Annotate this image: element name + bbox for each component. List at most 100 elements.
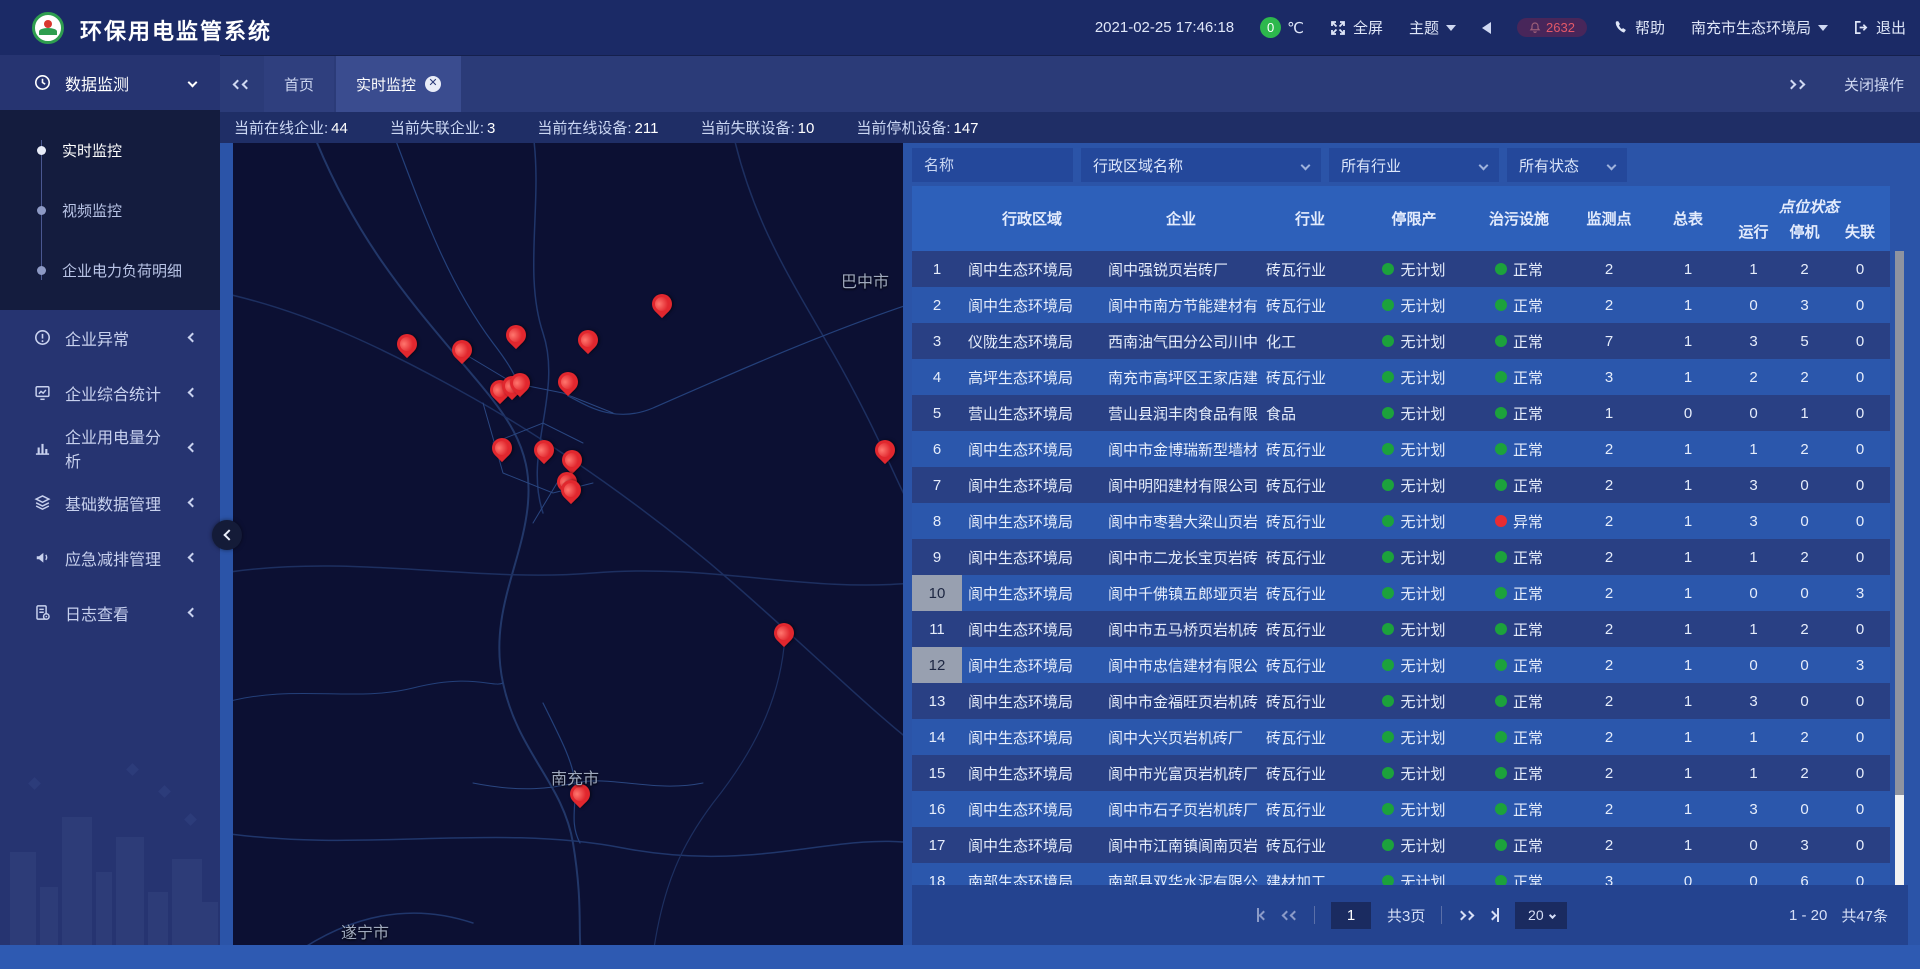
sidebar-group[interactable]: 基础数据管理 (0, 475, 220, 530)
table-row[interactable]: 5营山生态环境局营山县润丰肉食品有限食品无计划正常10010 (912, 395, 1890, 431)
table-row[interactable]: 2阆中生态环境局阆中市南方节能建材有砖瓦行业无计划正常21030 (912, 287, 1890, 323)
cell-facility: 正常 (1468, 287, 1570, 323)
cell-region: 仪陇生态环境局 (962, 323, 1102, 359)
table-row[interactable]: 12阆中生态环境局阆中市忠信建材有限公砖瓦行业无计划正常21003 (912, 647, 1890, 683)
sidebar-group[interactable]: 日志查看 (0, 585, 220, 640)
cell-company: 阆中市石子页岩机砖厂 (1102, 791, 1260, 827)
name-filter-input[interactable] (912, 148, 1073, 182)
row-index: 11 (912, 611, 962, 647)
map-panel[interactable]: 巴中市南充市遂宁市 (233, 143, 903, 955)
table-scrollbar[interactable] (1895, 251, 1904, 885)
double-chevron-right-icon[interactable] (1788, 81, 1804, 88)
sidebar-item[interactable]: 实时监控 (0, 120, 220, 180)
sidebar-group[interactable]: 应急减排管理 (0, 530, 220, 585)
column-production: 停限产 (1360, 186, 1468, 251)
sidebar-group[interactable]: 数据监测 (0, 55, 220, 110)
table-row[interactable]: 4高坪生态环境局南充市高坪区王家店建砖瓦行业无计划正常31220 (912, 359, 1890, 395)
help-label: 帮助 (1635, 17, 1665, 38)
table-row[interactable]: 15阆中生态环境局阆中市光富页岩机砖厂砖瓦行业无计划正常21120 (912, 755, 1890, 791)
cell-run: 3 (1728, 791, 1779, 827)
tab-realtime-monitor[interactable]: 实时监控 ✕ (336, 56, 461, 112)
top-header: 环保用电监管系统 2021-02-25 17:46:18 0 ℃ 全屏 主题 2… (0, 0, 1920, 55)
speaker-icon[interactable] (1482, 22, 1491, 34)
prev-page-button[interactable] (1283, 912, 1298, 919)
sidebar-group[interactable]: 企业用电量分析 (0, 420, 220, 475)
sidebar-group-label: 基础数据管理 (65, 491, 175, 515)
table-row[interactable]: 13阆中生态环境局阆中市金福旺页岩机砖砖瓦行业无计划正常21300 (912, 683, 1890, 719)
last-page-button[interactable] (1489, 908, 1499, 922)
fullscreen-button[interactable]: 全屏 (1330, 17, 1383, 38)
cell-meter: 1 (1648, 647, 1728, 683)
cell-points: 2 (1570, 827, 1648, 863)
cell-industry: 砖瓦行业 (1260, 719, 1360, 755)
close-operations-button[interactable]: 关闭操作 (1844, 74, 1904, 95)
cell-points: 2 (1570, 287, 1648, 323)
status-dot-green (1495, 371, 1507, 383)
table-row[interactable]: 17阆中生态环境局阆中市江南镇阆南页岩砖瓦行业无计划正常21030 (912, 827, 1890, 863)
production-status-label: 无计划 (1400, 439, 1445, 460)
cell-company: 阆中千佛镇五郎垭页岩 (1102, 575, 1260, 611)
range-label: 1 - 20 (1789, 907, 1827, 924)
tab-scroll-left-button[interactable] (220, 56, 264, 112)
table-row[interactable]: 11阆中生态环境局阆中市五马桥页岩机砖砖瓦行业无计划正常21120 (912, 611, 1890, 647)
cell-company: 阆中市光富页岩机砖厂 (1102, 755, 1260, 791)
scrollbar-thumb[interactable] (1895, 795, 1904, 885)
cell-industry: 砖瓦行业 (1260, 827, 1360, 863)
cell-facility: 异常 (1468, 503, 1570, 539)
industry-filter-select[interactable]: 所有行业 (1329, 148, 1499, 182)
table-row[interactable]: 6阆中生态环境局阆中市金博瑞新型墙材砖瓦行业无计划正常21120 (912, 431, 1890, 467)
sidebar-item-label: 视频监控 (62, 200, 122, 221)
page-title: 环保用电监管系统 (80, 14, 272, 46)
first-page-button[interactable] (1257, 908, 1267, 922)
table-row[interactable]: 18南部生态环境局南部县双华水泥有限公建材加工无计划正常30060 (912, 863, 1890, 885)
sidebar-group[interactable]: 企业综合统计 (0, 365, 220, 420)
table-row[interactable]: 14阆中生态环境局阆中大兴页岩机砖厂砖瓦行业无计划正常21120 (912, 719, 1890, 755)
production-status-label: 无计划 (1400, 691, 1445, 712)
chevron-left-icon (188, 608, 198, 618)
row-index: 10 (912, 575, 962, 611)
org-dropdown[interactable]: 南充市生态环境局 (1691, 17, 1828, 38)
tab-home[interactable]: 首页 (264, 56, 334, 112)
sidebar-group-label: 企业异常 (65, 326, 175, 350)
production-status-label: 无计划 (1400, 259, 1445, 280)
stat-item: 当前失联设备:10 (700, 117, 814, 138)
cell-region: 营山生态环境局 (962, 395, 1102, 431)
page-number-input[interactable] (1331, 902, 1371, 929)
tab-close-icon[interactable]: ✕ (425, 76, 441, 92)
table-row[interactable]: 8阆中生态环境局阆中市枣碧大梁山页岩砖瓦行业无计划异常21300 (912, 503, 1890, 539)
production-status-label: 无计划 (1400, 403, 1445, 424)
table-row[interactable]: 10阆中生态环境局阆中千佛镇五郎垭页岩砖瓦行业无计划正常21003 (912, 575, 1890, 611)
sidebar-item[interactable]: 视频监控 (0, 180, 220, 240)
status-dot-green (1382, 551, 1394, 563)
sidebar-group[interactable]: 企业异常 (0, 310, 220, 365)
help-button[interactable]: 帮助 (1613, 17, 1665, 38)
sidebar-collapse-button[interactable] (212, 520, 242, 550)
next-page-button[interactable] (1458, 912, 1473, 919)
cell-offline: 0 (1830, 287, 1890, 323)
region-filter-select[interactable]: 行政区域名称 (1081, 148, 1321, 182)
page-size-select[interactable]: 20 (1515, 902, 1567, 929)
column-company: 企业 (1102, 186, 1260, 251)
point-status-group-label: 点位状态 (1728, 196, 1890, 217)
city-label: 巴中市 (841, 268, 889, 292)
logout-button[interactable]: 退出 (1854, 17, 1906, 38)
status-filter-select[interactable]: 所有状态 (1507, 148, 1627, 182)
cell-production: 无计划 (1360, 251, 1468, 287)
notice-badge[interactable]: 2632 (1517, 18, 1587, 37)
table-row[interactable]: 9阆中生态环境局阆中市二龙长宝页岩砖砖瓦行业无计划正常21120 (912, 539, 1890, 575)
cell-meter: 1 (1648, 755, 1728, 791)
sidebar-item[interactable]: 企业电力负荷明细 (0, 240, 220, 300)
status-dot-green (1495, 875, 1507, 885)
cell-region: 阆中生态环境局 (962, 575, 1102, 611)
column-region: 行政区域 (962, 186, 1102, 251)
table-row[interactable]: 16阆中生态环境局阆中市石子页岩机砖厂砖瓦行业无计划正常21300 (912, 791, 1890, 827)
cell-meter: 1 (1648, 431, 1728, 467)
table-row[interactable]: 1阆中生态环境局阆中强锐页岩砖厂砖瓦行业无计划正常21120 (912, 251, 1890, 287)
status-dot-green (1495, 551, 1507, 563)
cell-company: 阆中市江南镇阆南页岩 (1102, 827, 1260, 863)
theme-dropdown[interactable]: 主题 (1409, 17, 1456, 38)
table-row[interactable]: 3仪陇生态环境局西南油气田分公司川中化工无计划正常71350 (912, 323, 1890, 359)
facility-status-label: 正常 (1513, 799, 1543, 820)
status-dot-green (1382, 839, 1394, 851)
table-row[interactable]: 7阆中生态环境局阆中明阳建材有限公司砖瓦行业无计划正常21300 (912, 467, 1890, 503)
